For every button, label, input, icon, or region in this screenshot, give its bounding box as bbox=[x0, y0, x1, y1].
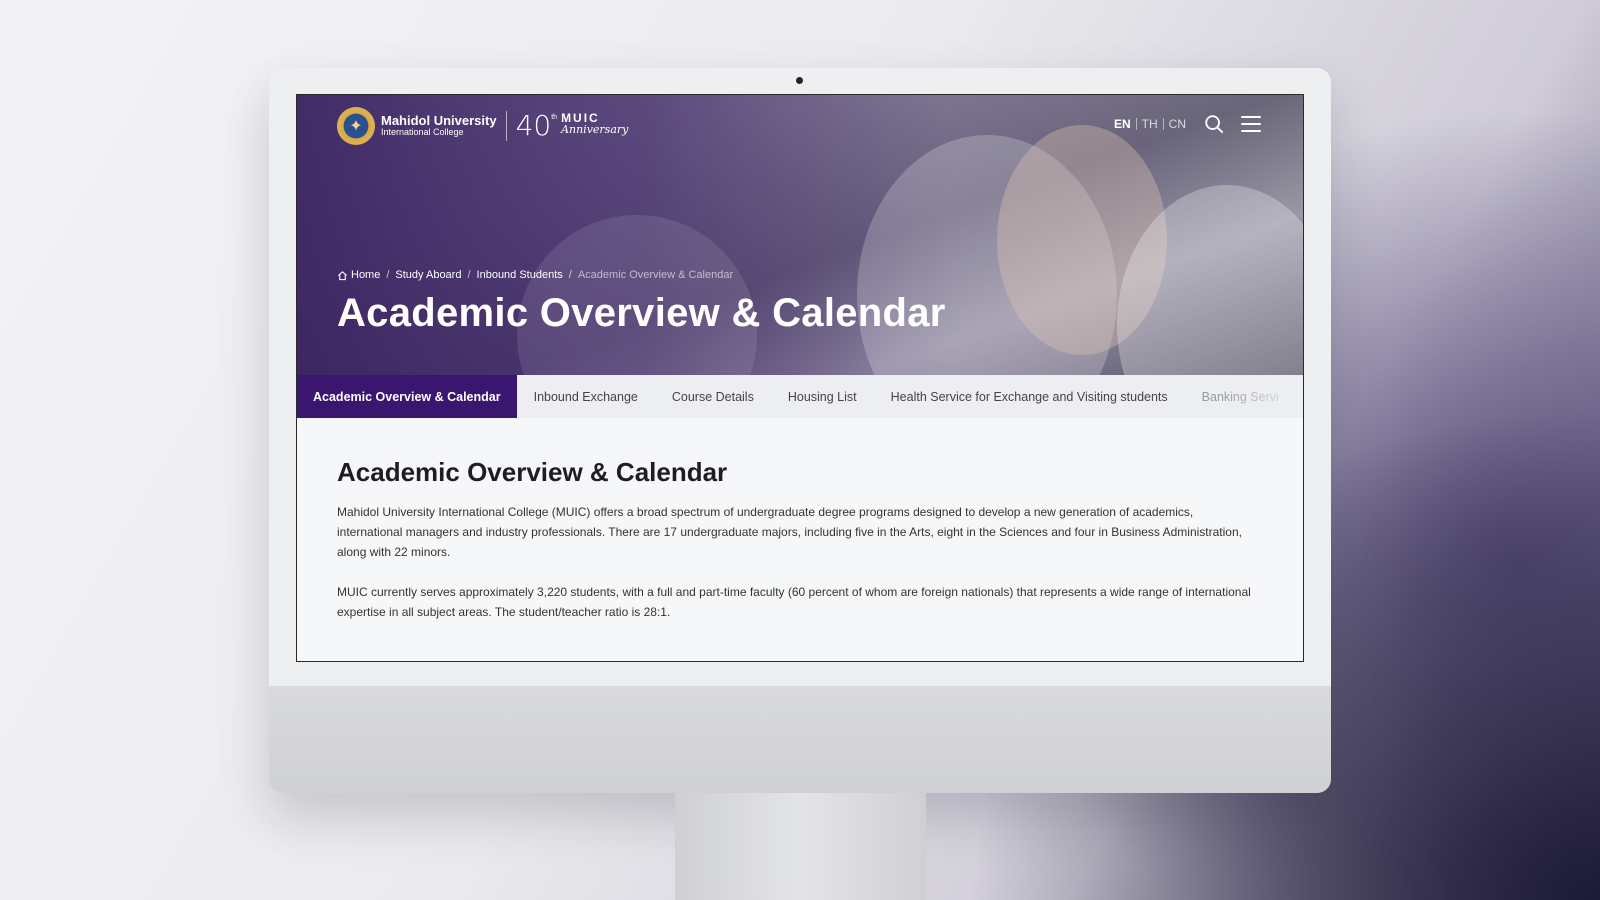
university-seal-icon: ✦ bbox=[337, 107, 375, 145]
tab-academic-overview[interactable]: Academic Overview & Calendar bbox=[297, 375, 517, 418]
tab-housing-list[interactable]: Housing List bbox=[771, 375, 874, 418]
tab-course-details[interactable]: Course Details bbox=[655, 375, 771, 418]
content-heading: Academic Overview & Calendar bbox=[337, 457, 728, 487]
imac-stand bbox=[675, 793, 926, 900]
camera-dot bbox=[796, 77, 803, 84]
main-content: Academic Overview & Calendar Mahidol Uni… bbox=[337, 457, 1257, 642]
header-actions: EN TH CN bbox=[1109, 113, 1261, 135]
logo-sub: International College bbox=[381, 127, 464, 138]
hero-banner: ✦ Mahidol University International Colle… bbox=[297, 95, 1303, 375]
breadcrumb-inbound-students[interactable]: Inbound Students bbox=[477, 269, 563, 281]
tabs-overflow-fade bbox=[1223, 375, 1303, 418]
breadcrumb-home[interactable]: Home bbox=[351, 269, 380, 281]
content-paragraph: Mahidol University International College… bbox=[337, 505, 1242, 559]
logo-name: Mahidol University bbox=[381, 113, 497, 129]
tab-health-service[interactable]: Health Service for Exchange and Visiting… bbox=[874, 375, 1185, 418]
page-title: Academic Overview & Calendar bbox=[337, 291, 946, 335]
lang-cn[interactable]: CN bbox=[1164, 117, 1191, 131]
breadcrumb-study-aboard[interactable]: Study Aboard bbox=[395, 269, 461, 281]
logo-divider bbox=[505, 111, 507, 141]
browser-screen: ✦ Mahidol University International Colle… bbox=[296, 94, 1304, 662]
lang-en[interactable]: EN bbox=[1109, 117, 1136, 131]
hamburger-menu-icon[interactable] bbox=[1241, 116, 1261, 132]
site-logo[interactable]: ✦ Mahidol University International Colle… bbox=[337, 107, 628, 145]
breadcrumb-current: Academic Overview & Calendar bbox=[577, 269, 734, 281]
anniversary-logo: 40 th MUIC Anniversary bbox=[515, 109, 629, 142]
section-tabs: Academic Overview & Calendar Inbound Exc… bbox=[297, 375, 1303, 418]
content-paragraph: MUIC currently serves approximately 3,22… bbox=[337, 585, 1251, 619]
breadcrumb: Home / Study Aboard / Inbound Students /… bbox=[337, 269, 733, 281]
home-icon bbox=[338, 270, 347, 280]
tab-inbound-exchange[interactable]: Inbound Exchange bbox=[517, 375, 655, 418]
lang-th[interactable]: TH bbox=[1137, 117, 1163, 131]
imac-chin bbox=[269, 686, 1331, 793]
search-icon[interactable] bbox=[1203, 113, 1225, 135]
